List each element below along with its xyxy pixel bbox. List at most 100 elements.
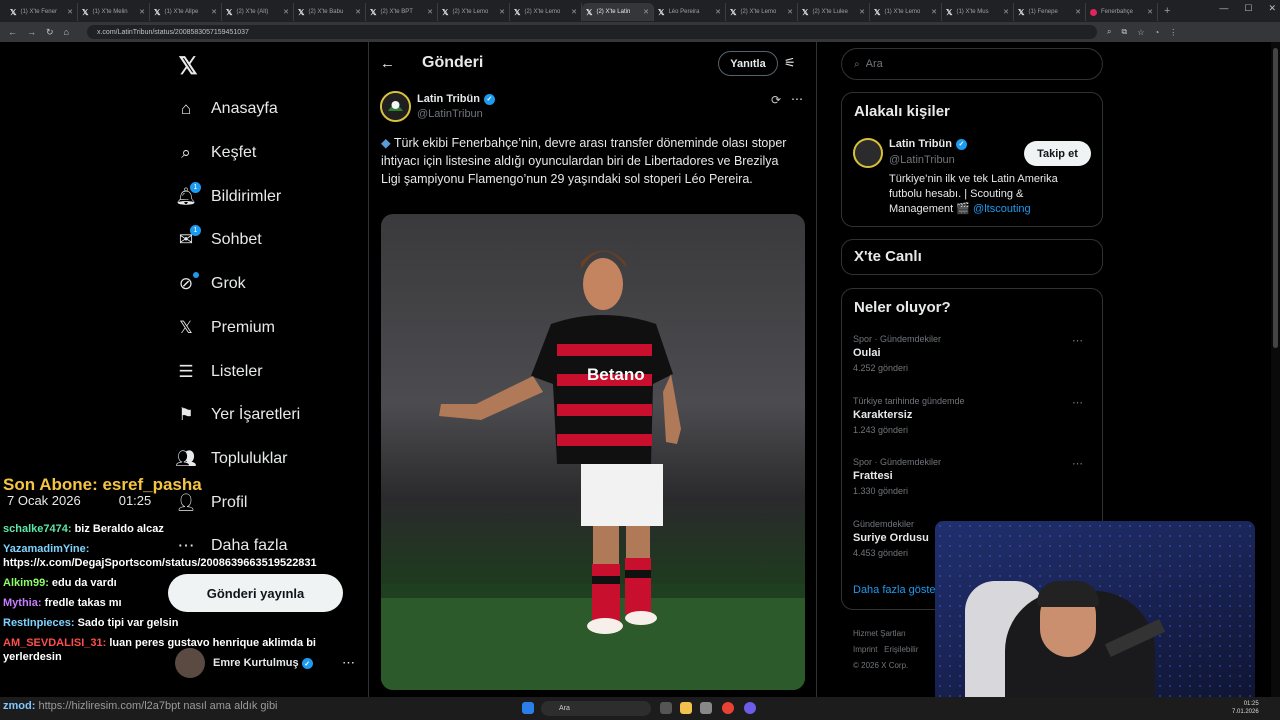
reload-icon[interactable]: ↻ (46, 27, 54, 38)
zoom-icon[interactable]: ⌕ (1107, 27, 1111, 37)
post-image[interactable]: Betano (381, 214, 805, 690)
obs-icon[interactable] (744, 702, 756, 714)
terms-link[interactable]: Hizmet Şartları (853, 629, 906, 638)
tab-close-icon[interactable]: ✕ (931, 8, 937, 16)
bio-link[interactable]: @ltscouting (973, 203, 1031, 215)
more-icon[interactable]: ⋯ (791, 92, 803, 106)
live-card[interactable]: X'te Canlı (841, 239, 1103, 275)
browser-tab[interactable]: 𝕏 (1) X'te Mus ✕ (942, 3, 1014, 21)
accessibility-link[interactable]: Erişilebilir (884, 645, 918, 654)
grok-icon[interactable]: ⟳ (771, 93, 781, 107)
forward-icon[interactable]: → (27, 27, 36, 37)
taskview-icon[interactable] (660, 702, 672, 714)
close-icon[interactable]: ✕ (1268, 3, 1276, 14)
trend-item[interactable]: Türkiye tarihinde gündemde Karaktersiz 1.2… (853, 396, 1093, 435)
tab-close-icon[interactable]: ✕ (715, 8, 721, 16)
menu-icon[interactable]: ⋮ (1169, 28, 1177, 37)
browser-tab[interactable]: 𝕏 (2) X'te BPT ✕ (366, 3, 438, 21)
trend-item[interactable]: Spor · Gündemdekiler Oulai 4.252 gönderi ⋯ (853, 334, 1093, 373)
author-name[interactable]: Latin Tribün ✓ (417, 93, 495, 105)
nav-label: Premium (211, 319, 276, 336)
tab-close-icon[interactable]: ✕ (139, 8, 145, 16)
related-title: Alakalı kişiler (854, 103, 950, 120)
related-name[interactable]: Latin Tribün ✓ (889, 138, 967, 150)
tab-close-icon[interactable]: ✕ (787, 8, 793, 16)
browser-tab[interactable]: 𝕏 (2) X'te Lemo ✕ (510, 3, 582, 21)
trend-more-icon[interactable]: ⋯ (1072, 457, 1083, 470)
nav-item-listeler[interactable]: ☰ Listeler (175, 357, 262, 387)
tab-close-icon[interactable]: ✕ (499, 8, 505, 16)
nav-item-yer-i-şaretleri[interactable]: ⚑ Yer İşaretleri (175, 400, 300, 430)
related-avatar[interactable] (853, 138, 883, 168)
nav-item-sohbet[interactable]: ✉ 1 Sohbet (175, 225, 262, 255)
nav-item-premium[interactable]: 𝕏 Premium (175, 313, 275, 343)
search-icon: ⌕ (854, 58, 860, 70)
tab-close-icon[interactable]: ✕ (643, 8, 649, 16)
tab-close-icon[interactable]: ✕ (1003, 8, 1009, 16)
nav-item-topluluklar[interactable]: 👥︎ Topluluklar (175, 444, 287, 474)
browser-tab[interactable]: 𝕏 (2) X'te Latin ✕ (582, 3, 654, 21)
explorer-icon[interactable] (680, 702, 692, 714)
tab-label: (2) X'te BPT (380, 9, 413, 15)
browser-tab[interactable]: 𝕏 (1) X'te Allpe ✕ (150, 3, 222, 21)
home-icon[interactable]: ⌂ (64, 27, 69, 37)
tab-close-icon[interactable]: ✕ (1075, 8, 1081, 16)
nav-label: Anasayfa (211, 100, 278, 117)
nav-label: Bildirimler (211, 188, 282, 205)
browser-tab[interactable]: Fenerbahçe ✕ (1086, 3, 1158, 21)
trend-more-icon[interactable]: ⋯ (1072, 396, 1083, 409)
new-tab-icon[interactable]: + (1164, 5, 1170, 17)
nav-item-grok[interactable]: ⊘ Grok (175, 269, 246, 299)
bookmark-star-icon[interactable]: ☆ (1137, 28, 1144, 37)
stream-time: 01:25 (118, 493, 152, 508)
tab-close-icon[interactable]: ✕ (283, 8, 289, 16)
nav-item-keşfet[interactable]: ⌕ Keşfet (175, 138, 256, 168)
browser-tab[interactable]: 𝕏 (1) Fenepe ✕ (1014, 3, 1086, 21)
browser-tab[interactable]: 𝕏 Léo Pereira ✕ (654, 3, 726, 21)
author-avatar[interactable] (380, 91, 411, 122)
minimize-icon[interactable]: — (1219, 3, 1228, 14)
taskbar-search[interactable]: Ara (541, 701, 651, 716)
chrome-icon[interactable] (722, 702, 734, 714)
maximize-icon[interactable]: ☐ (1244, 3, 1252, 14)
tab-close-icon[interactable]: ✕ (859, 8, 865, 16)
back-icon[interactable]: ← (8, 27, 17, 37)
follow-button[interactable]: Takip et (1024, 141, 1091, 166)
tab-close-icon[interactable]: ✕ (67, 8, 73, 16)
tab-close-icon[interactable]: ✕ (211, 8, 217, 16)
tab-close-icon[interactable]: ✕ (355, 8, 361, 16)
browser-tab[interactable]: 𝕏 (1) X'te Fener ✕ (6, 3, 78, 21)
browser-tab[interactable]: 𝕏 (2) X'te Lemo ✕ (438, 3, 510, 21)
author-handle[interactable]: @LatinTribun (417, 108, 483, 120)
show-more-link[interactable]: Daha fazla göster (853, 584, 939, 596)
system-clock[interactable]: 01:25 7.01.2026 (1232, 700, 1259, 716)
tab-close-icon[interactable]: ✕ (1147, 8, 1153, 16)
reply-button[interactable]: Yanıtla (718, 51, 778, 76)
imprint-link[interactable]: Imprint (853, 645, 877, 654)
search-input[interactable] (865, 58, 1066, 70)
filter-icon[interactable]: ⚟ (784, 55, 796, 71)
chat-username: schalke7474: (3, 523, 72, 535)
search-box[interactable]: ⌕ (841, 48, 1103, 80)
browser-tab[interactable]: 𝕏 (1) X'te Lemo ✕ (870, 3, 942, 21)
browser-tab[interactable]: 𝕏 (2) X'te Lemo ✕ (726, 3, 798, 21)
url-field[interactable]: x.com/LatinTribun/status/200858305715945… (86, 25, 1097, 39)
store-icon[interactable] (700, 702, 712, 714)
trend-more-icon[interactable]: ⋯ (1072, 334, 1083, 347)
browser-tab[interactable]: 𝕏 (2) X'te (Alt) ✕ (222, 3, 294, 21)
tab-close-icon[interactable]: ✕ (571, 8, 577, 16)
browser-tab[interactable]: 𝕏 (1) X'te Melin ✕ (78, 3, 150, 21)
browser-tab[interactable]: 𝕏 (2) X'te Babu ✕ (294, 3, 366, 21)
tab-close-icon[interactable]: ✕ (427, 8, 433, 16)
x-logo[interactable]: 𝕏 (175, 52, 201, 81)
extensions-icon[interactable]: ◔ (1154, 28, 1159, 37)
extension-icon[interactable]: ⧉ (1121, 27, 1127, 37)
back-arrow-icon[interactable]: ← (380, 55, 395, 72)
scrollbar-thumb[interactable] (1273, 48, 1278, 348)
browser-tab[interactable]: 𝕏 (2) X'te Lulee ✕ (798, 3, 870, 21)
nav-item-bildirimler[interactable]: 🔔︎ 1 Bildirimler (175, 182, 281, 212)
windows-start-icon[interactable] (522, 702, 534, 714)
related-handle[interactable]: @LatinTribun (889, 154, 955, 166)
nav-item-anasayfa[interactable]: ⌂ Anasayfa (175, 94, 278, 124)
trend-item[interactable]: Spor · Gündemdekiler Frattesi 1.330 gönder… (853, 457, 1093, 496)
